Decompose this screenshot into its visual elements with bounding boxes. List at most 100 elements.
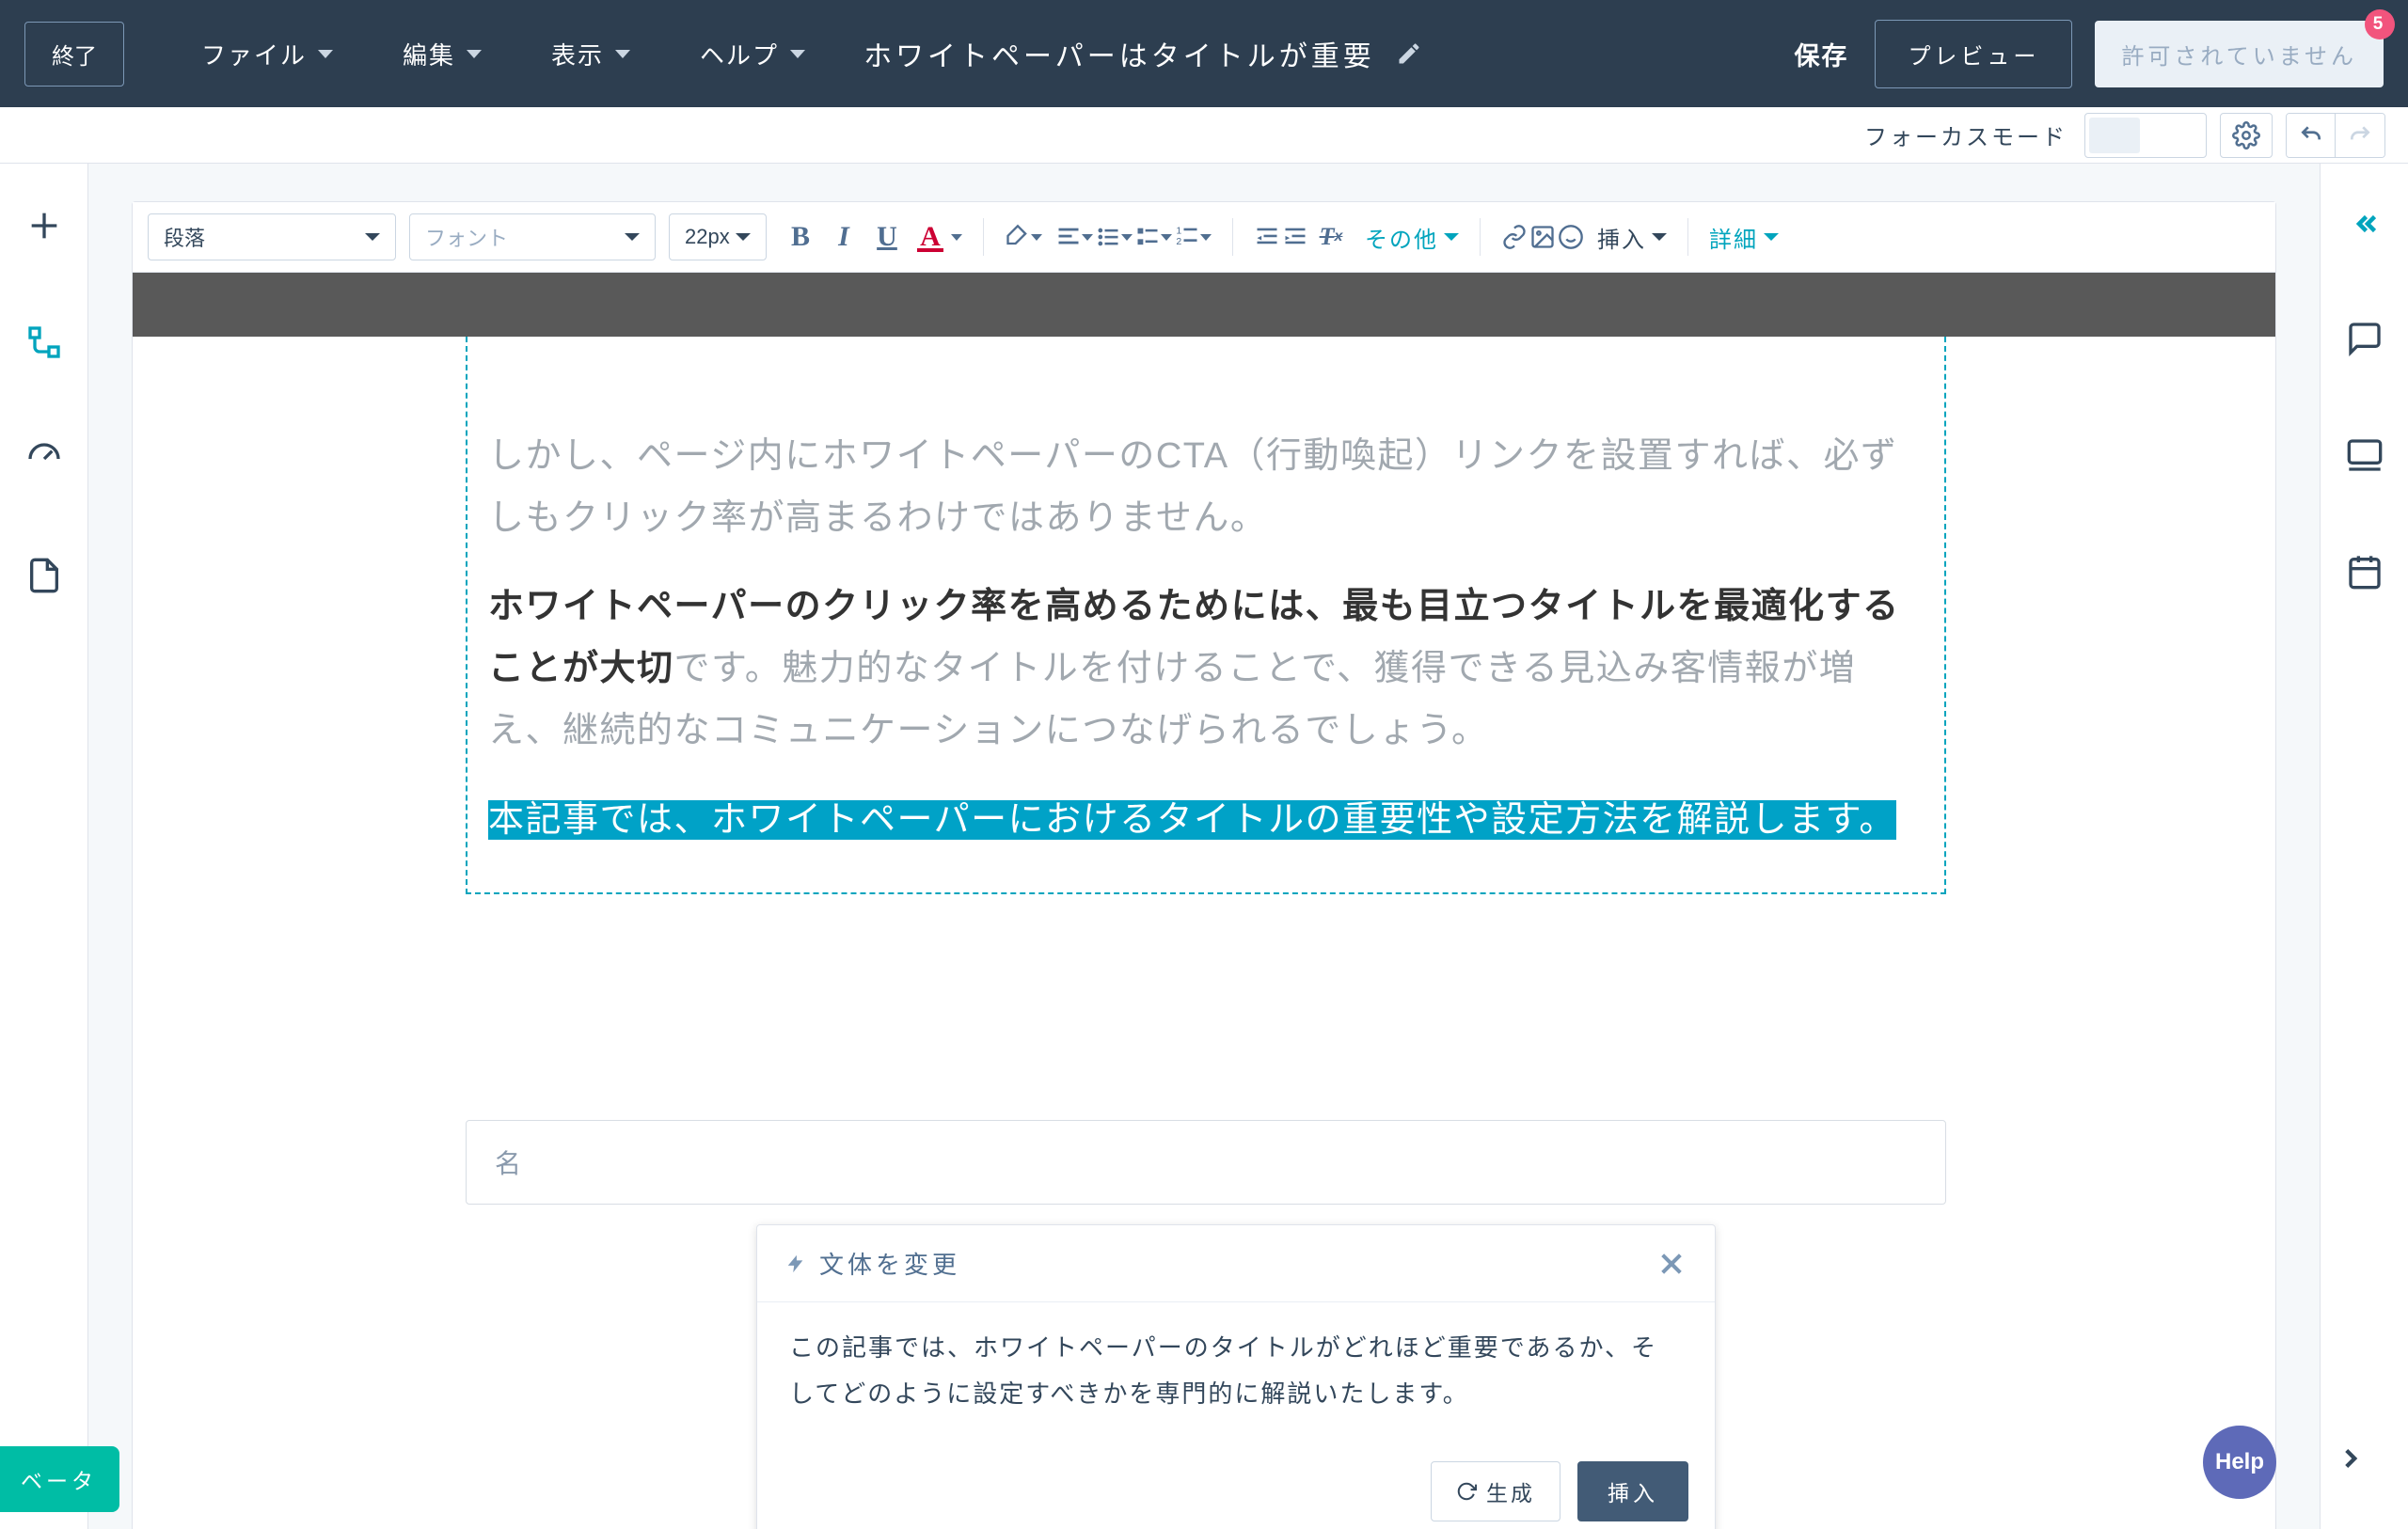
chevron-down-icon — [951, 234, 962, 241]
tree-icon[interactable] — [25, 323, 63, 361]
name-input[interactable]: 名 — [466, 1120, 1946, 1205]
checklist-icon[interactable] — [1134, 224, 1161, 250]
indent-icon[interactable] — [1282, 224, 1308, 250]
detail-label: 詳細 — [1709, 221, 1758, 254]
undo-button[interactable] — [2287, 114, 2336, 157]
right-rail — [2320, 164, 2408, 1529]
insert-menu[interactable]: 挿入 — [1597, 221, 1667, 254]
detail-menu[interactable]: 詳細 — [1709, 221, 1779, 254]
bolt-icon — [785, 1253, 806, 1274]
beta-pill[interactable]: ベータ — [0, 1446, 119, 1512]
rich-text-toolbar: 段落 フォント 22px B I U A 12 — [133, 202, 2275, 273]
close-icon[interactable] — [1656, 1249, 1687, 1279]
numbered-list-icon[interactable]: 12 — [1174, 224, 1200, 250]
comment-icon[interactable] — [2346, 320, 2384, 357]
image-icon[interactable] — [1529, 224, 1556, 250]
chevron-down-icon — [1764, 233, 1779, 241]
gauge-icon[interactable] — [25, 440, 63, 478]
link-icon[interactable] — [1501, 224, 1528, 250]
divider — [1480, 218, 1481, 256]
help-fab[interactable]: Help — [2203, 1426, 2276, 1499]
menu-file[interactable]: ファイル — [171, 37, 363, 71]
clear-format-button[interactable]: Tx — [1310, 216, 1352, 258]
paragraph-2-rest: です。魅力的なタイトルを付けることで、獲得できる見込み客情報が増え、継続的なコミ… — [488, 649, 1856, 750]
plus-icon[interactable] — [25, 207, 63, 244]
chevron-down-icon — [365, 233, 380, 241]
workspace: 段落 フォント 22px B I U A 12 — [0, 164, 2408, 1529]
outdent-icon[interactable] — [1254, 224, 1280, 250]
chevron-down-icon — [1031, 234, 1042, 241]
paragraph-2[interactable]: ホワイトペーパーのクリック率を高めるためには、最も目立つタイトルを最適化すること… — [471, 575, 1941, 762]
svg-text:1: 1 — [1176, 226, 1181, 237]
italic-button[interactable]: I — [823, 216, 864, 258]
focus-toggle[interactable] — [2084, 113, 2207, 158]
page-title: ホワイトペーパーはタイトルが重要 — [863, 33, 1375, 74]
top-bar: 終了 ファイル 編集 表示 ヘルプ ホワイトペーパーはタイトルが重要 保存 プレ… — [0, 0, 2408, 107]
ai-popover-title: 文体を変更 — [819, 1246, 960, 1281]
menu-file-label: ファイル — [201, 37, 307, 71]
menu-edit-label: 編集 — [403, 37, 455, 71]
highlight-icon[interactable] — [1005, 224, 1031, 250]
chevron-down-icon — [1200, 234, 1212, 241]
style-select[interactable]: 段落 — [148, 213, 396, 260]
more-label: その他 — [1365, 221, 1438, 254]
auth-label: 許可されていません — [2121, 44, 2357, 70]
menu-help[interactable]: ヘルプ — [670, 37, 835, 71]
bullet-list-icon[interactable] — [1095, 224, 1121, 250]
toggle-thumb — [2089, 118, 2140, 153]
underline-button[interactable]: U — [866, 216, 908, 258]
font-select[interactable]: フォント — [409, 213, 656, 260]
chevron-down-icon — [1082, 234, 1093, 241]
menu-edit[interactable]: 編集 — [372, 37, 512, 71]
generate-button[interactable]: 生成 — [1431, 1461, 1560, 1521]
header-strip — [133, 273, 2275, 337]
chevron-down-icon — [736, 233, 751, 241]
pencil-icon[interactable] — [1396, 40, 1422, 67]
size-select-label: 22px — [685, 225, 730, 249]
menu-help-label: ヘルプ — [700, 37, 779, 71]
emoji-icon[interactable] — [1558, 224, 1584, 250]
auth-button[interactable]: 許可されていません 5 — [2095, 21, 2384, 87]
save-label[interactable]: 保存 — [1794, 36, 1848, 72]
exit-button[interactable]: 終了 — [24, 22, 124, 87]
notification-badge: 5 — [2365, 9, 2395, 39]
insert-button[interactable]: 挿入 — [1577, 1461, 1688, 1521]
redo-button[interactable] — [2336, 114, 2384, 157]
calendar-icon[interactable] — [2346, 553, 2384, 591]
chevron-down-icon — [467, 50, 482, 58]
expand-chevron[interactable] — [2335, 1442, 2367, 1474]
preview-button[interactable]: プレビュー — [1875, 20, 2072, 88]
undo-icon — [2299, 123, 2323, 148]
divider — [1232, 218, 1233, 256]
chevron-down-icon — [790, 50, 805, 58]
settings-button[interactable] — [2220, 113, 2273, 158]
generate-label: 生成 — [1486, 1475, 1535, 1507]
ai-popover-header: 文体を変更 — [757, 1225, 1715, 1302]
chevron-down-icon — [318, 50, 333, 58]
style-select-label: 段落 — [164, 222, 205, 252]
file-icon[interactable] — [25, 557, 63, 594]
canvas: 段落 フォント 22px B I U A 12 — [88, 164, 2320, 1529]
chevron-down-icon — [1444, 233, 1459, 241]
ai-popover-body: この記事では、ホワイトペーパーのタイトルがどれほど重要であるか、そしてどのように… — [757, 1302, 1715, 1444]
text-color-button[interactable]: A — [910, 216, 951, 258]
size-select[interactable]: 22px — [669, 213, 767, 260]
paragraph-3-selection: 本記事では、ホワイトペーパーにおけるタイトルの重要性や設定方法を解説します。 — [488, 800, 1896, 840]
insert-label: 挿入 — [1597, 221, 1646, 254]
paragraph-3-wrapper[interactable]: 本記事では、ホワイトペーパーにおけるタイトルの重要性や設定方法を解説します。 — [471, 789, 1941, 851]
collapse-icon[interactable] — [2348, 207, 2382, 241]
more-menu[interactable]: その他 — [1365, 221, 1459, 254]
chevron-down-icon — [1652, 233, 1667, 241]
ai-popover: 文体を変更 この記事では、ホワイトペーパーのタイトルがどれほど重要であるか、そし… — [756, 1224, 1716, 1529]
monitor-icon[interactable] — [2346, 436, 2384, 474]
paragraph-1[interactable]: しかし、ページ内にホワイトペーパーのCTA（行動喚起）リンクを設置すれば、必ずし… — [471, 425, 1941, 549]
align-left-icon[interactable] — [1055, 224, 1082, 250]
svg-text:2: 2 — [1176, 236, 1181, 247]
menu-view[interactable]: 表示 — [521, 37, 660, 71]
bold-button[interactable]: B — [780, 216, 821, 258]
gear-icon — [2232, 121, 2260, 150]
menu-view-label: 表示 — [551, 37, 604, 71]
chevron-down-icon — [625, 233, 640, 241]
redo-icon — [2348, 123, 2372, 148]
title-area: ホワイトペーパーはタイトルが重要 — [863, 33, 1784, 74]
